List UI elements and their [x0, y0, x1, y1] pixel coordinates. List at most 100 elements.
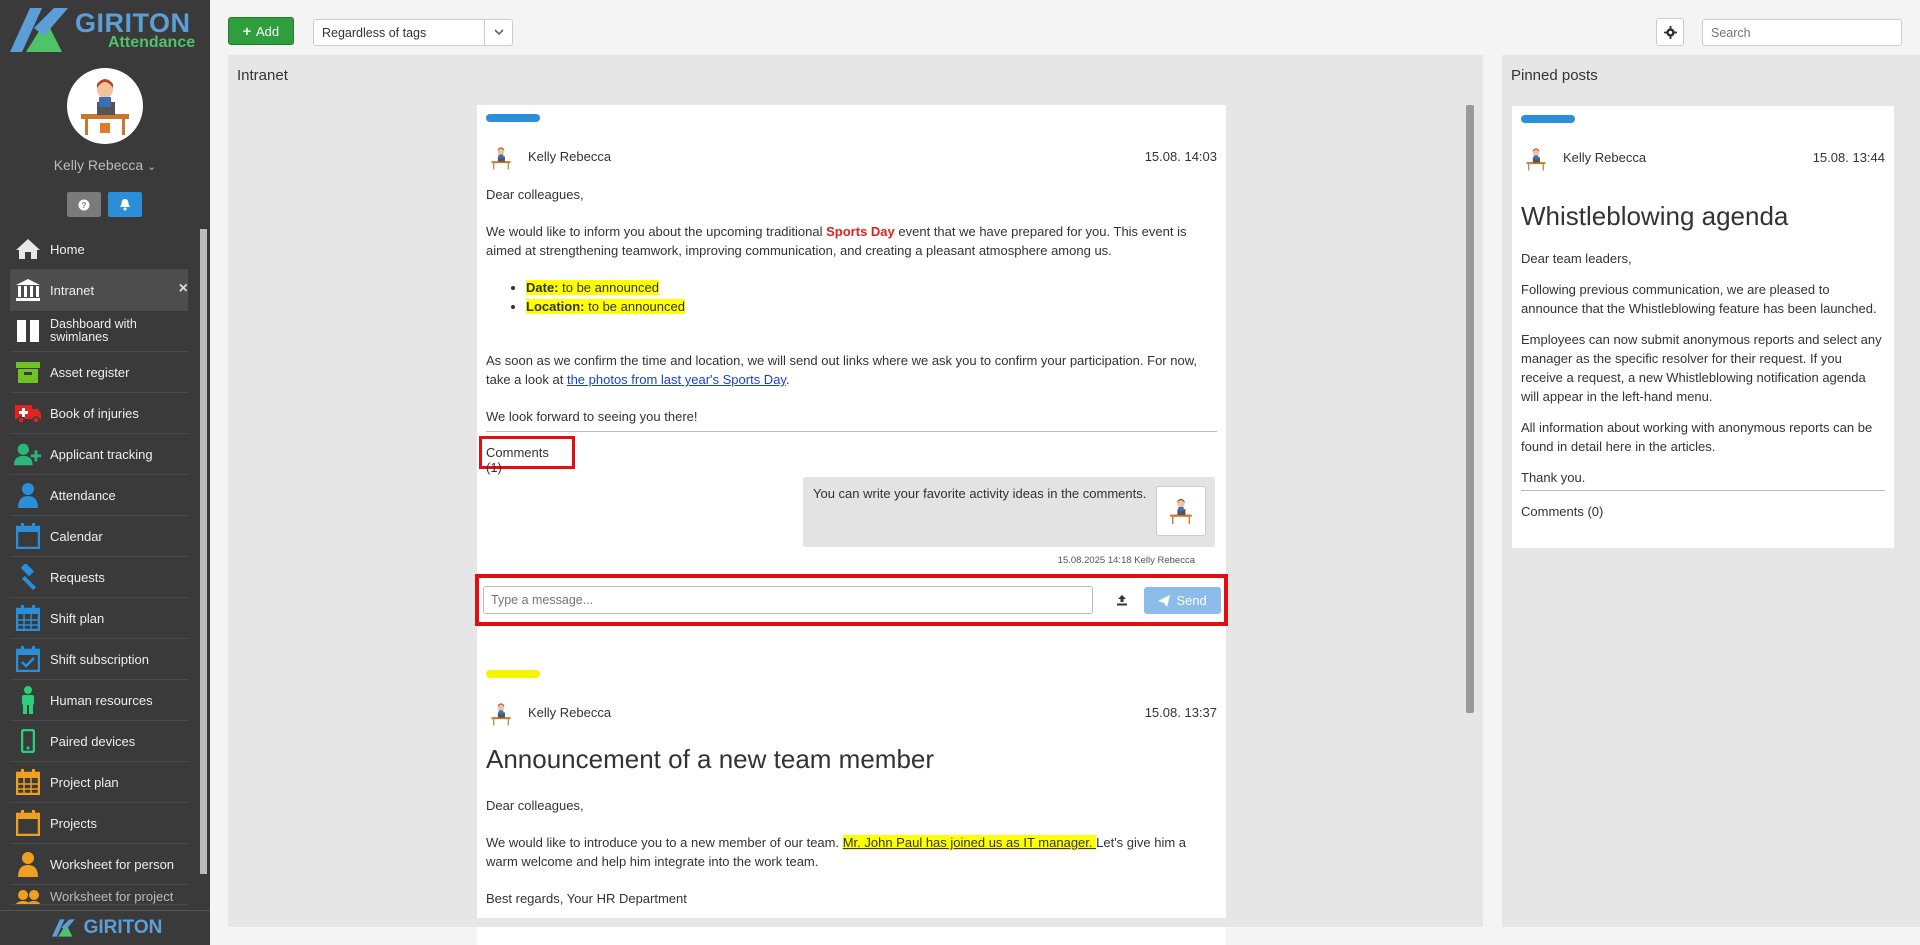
giriton-logo-icon — [10, 8, 68, 52]
sidebar-item-calendar[interactable]: Calendar — [10, 516, 188, 557]
message-input[interactable] — [483, 586, 1093, 614]
sidebar-item-worksheet-person[interactable]: Worksheet for person — [10, 844, 188, 885]
ambulance-icon — [14, 400, 42, 426]
sidebar-item-projects[interactable]: Projects — [10, 803, 188, 844]
close-icon[interactable]: × — [179, 280, 188, 298]
columns-icon — [14, 318, 42, 344]
institution-icon — [14, 277, 42, 303]
top-toolbar: + Add Regardless of tags — [210, 0, 1920, 55]
post-date: 15.08. 14:03 — [1144, 149, 1217, 164]
post-date: 15.08. 13:44 — [1812, 150, 1885, 165]
profile-name[interactable]: Kelly Rebecca ⌄ — [0, 157, 210, 173]
comments-count[interactable]: Comments (1) — [479, 436, 575, 475]
post-title: Whistleblowing agenda — [1521, 201, 1789, 231]
user-plus-icon — [14, 441, 42, 467]
giriton-logo-icon — [51, 919, 75, 937]
list-item: Location: to be announced — [526, 297, 1217, 316]
sidebar-item-book-of-injuries[interactable]: Book of injuries — [10, 393, 188, 434]
person-icon — [14, 851, 42, 877]
add-button[interactable]: + Add — [228, 17, 294, 45]
users-icon — [14, 889, 42, 904]
sidebar-item-paired-devices[interactable]: Paired devices — [10, 721, 188, 762]
male-icon — [14, 686, 42, 714]
feed-bottom-mask — [228, 918, 1483, 927]
sidebar-item-worksheet-project[interactable]: Worksheet for project — [10, 885, 188, 905]
post-content: Dear colleagues, We would like to introd… — [486, 796, 1217, 926]
tags-filter-select[interactable]: Regardless of tags — [313, 19, 513, 46]
logo-subtitle: Attendance — [108, 34, 196, 51]
sidebar-item-human-resources[interactable]: Human resources — [10, 680, 188, 721]
sidebar-item-shift-plan[interactable]: Shift plan — [10, 598, 188, 639]
post-paragraph: As soon as we confirm the time and locat… — [486, 353, 1197, 387]
paper-plane-icon — [1158, 594, 1171, 607]
comment-bubble: You can write your favorite activity ide… — [803, 477, 1215, 547]
photos-link[interactable]: the photos from last year's Sports Day — [567, 372, 786, 387]
post-closing: Best regards, Your HR Department — [486, 891, 687, 906]
upload-button[interactable] — [1112, 590, 1132, 610]
post-date: 15.08. 13:37 — [1144, 705, 1217, 720]
event-details-list: Date: to be announced Location: to be an… — [526, 278, 1217, 316]
profile-avatar[interactable] — [67, 68, 143, 144]
post-tag-bar — [486, 670, 540, 678]
post-content: Dear colleagues, We would like to inform… — [486, 185, 1217, 444]
avatar-illustration-icon — [1526, 148, 1546, 171]
gear-icon — [1663, 25, 1677, 39]
list-item: Date: to be announced — [526, 278, 1217, 297]
post-author: Kelly Rebecca — [528, 705, 612, 720]
home-icon — [14, 236, 42, 262]
sidebar-item-asset-register[interactable]: Asset register — [10, 352, 188, 393]
calendar-icon — [14, 523, 42, 549]
calendar-icon — [14, 810, 42, 836]
avatar-illustration-icon — [1170, 498, 1192, 524]
page-title: Intranet — [237, 67, 288, 84]
question-icon: ? — [78, 199, 90, 210]
sidebar-item-shift-subscription[interactable]: Shift subscription — [10, 639, 188, 680]
app-logo[interactable]: GIRITON Attendance — [0, 0, 210, 58]
sidebar-item-attendance[interactable]: Attendance — [10, 475, 188, 516]
search-input[interactable] — [1702, 19, 1902, 46]
comment-meta: 15.08.2025 14:18 Kelly Rebecca — [1057, 555, 1195, 566]
pinned-post-card: Kelly Rebecca 15.08. 13:44 Whistleblowin… — [1512, 106, 1894, 548]
notifications-button[interactable] — [108, 192, 142, 217]
sidebar-item-dashboard-swimlanes[interactable]: Dashboard with swimlanes — [10, 311, 188, 352]
comments-count[interactable]: Comments (0) — [1521, 504, 1603, 519]
plus-icon: + — [242, 23, 252, 39]
pinned-title: Pinned posts — [1511, 67, 1598, 84]
person-icon — [14, 482, 42, 508]
calendar-check-icon — [14, 646, 42, 672]
post-tag-bar — [1521, 115, 1575, 123]
sidebar-item-home[interactable]: Home — [10, 229, 188, 270]
upload-icon — [1117, 595, 1127, 606]
post-paragraph: We would like to inform you about the up… — [486, 224, 1187, 258]
author-avatar — [486, 143, 516, 173]
settings-button[interactable] — [1656, 18, 1684, 46]
footer-logo: GIRITON — [0, 910, 210, 945]
feed-scrollbar[interactable] — [1466, 105, 1474, 713]
sidebar-item-requests[interactable]: Requests — [10, 557, 188, 598]
post-tag-bar — [486, 114, 540, 122]
send-button[interactable]: Send — [1144, 587, 1221, 614]
chevron-down-icon — [484, 20, 512, 45]
comment-composer: Send — [475, 574, 1228, 626]
post-author: Kelly Rebecca — [528, 149, 612, 164]
divider — [486, 431, 1217, 432]
gavel-icon — [14, 564, 42, 590]
sidebar-scrollbar[interactable] — [200, 229, 207, 874]
mobile-icon — [14, 728, 42, 754]
post-content: Dear team leaders, Following previous co… — [1521, 251, 1882, 485]
sidebar: GIRITON Attendance Kelly Rebecca ⌄ ? Hom… — [0, 0, 210, 945]
post-card: Kelly Rebecca 15.08. 14:03 Dear colleagu… — [475, 105, 1228, 683]
bell-icon — [120, 199, 130, 211]
help-button[interactable]: ? — [67, 192, 101, 217]
divider — [1521, 490, 1885, 491]
post-closing: We look forward to seeing you there! — [486, 409, 698, 424]
sidebar-item-project-plan[interactable]: Project plan — [10, 762, 188, 803]
post-card: Kelly Rebecca 15.08. 13:37 Announcement … — [477, 661, 1226, 945]
pinned-posts-panel: Pinned posts Kelly Rebecca 15.08. 13:44 … — [1502, 55, 1920, 927]
calendar-grid-icon — [14, 605, 42, 631]
sidebar-item-intranet[interactable]: Intranet × — [10, 270, 188, 311]
sidebar-item-applicant-tracking[interactable]: Applicant tracking — [10, 434, 188, 475]
avatar-illustration-icon — [491, 703, 511, 726]
sidebar-menu: Home Intranet × Dashboard with swimlanes… — [10, 229, 188, 905]
post-paragraph: We would like to introduce you to a new … — [486, 835, 1187, 869]
